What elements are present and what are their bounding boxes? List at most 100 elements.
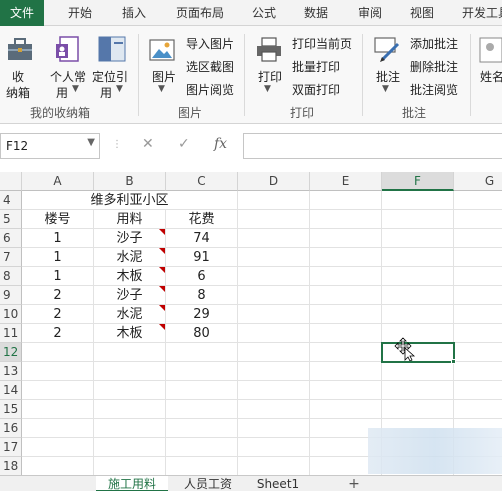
cell[interactable] [310, 381, 382, 400]
row-header-4[interactable]: 4 [0, 191, 22, 210]
cell[interactable] [94, 362, 166, 381]
row-header-12[interactable]: 12 [0, 343, 22, 362]
cell[interactable] [310, 248, 382, 267]
cell[interactable] [454, 381, 502, 400]
row-header-15[interactable]: 15 [0, 400, 22, 419]
cell[interactable] [22, 381, 94, 400]
cell[interactable] [238, 267, 310, 286]
cell[interactable] [166, 381, 238, 400]
table-header[interactable]: 花费 [166, 210, 238, 229]
fill-handle[interactable] [451, 359, 456, 364]
table-cell[interactable]: 2 [22, 324, 94, 343]
row-header-13[interactable]: 13 [0, 362, 22, 381]
cell[interactable] [22, 457, 94, 475]
cell[interactable] [382, 248, 454, 267]
table-cell[interactable]: 水泥 [94, 248, 166, 267]
tab-file[interactable]: 文件 [0, 0, 44, 26]
cell[interactable] [454, 286, 502, 305]
cell[interactable] [310, 267, 382, 286]
cell[interactable] [382, 400, 454, 419]
insert-function-icon[interactable]: fx [214, 136, 227, 152]
cell[interactable] [454, 324, 502, 343]
cell[interactable] [22, 419, 94, 438]
cell[interactable] [238, 457, 310, 475]
table-cell[interactable]: 2 [22, 286, 94, 305]
column-header-f[interactable]: F [382, 172, 454, 191]
table-cell[interactable]: 木板 [94, 267, 166, 286]
column-header-a[interactable]: A [22, 172, 94, 191]
column-header-d[interactable]: D [238, 172, 310, 191]
cell[interactable] [310, 400, 382, 419]
cell[interactable] [166, 419, 238, 438]
table-cell[interactable]: 水泥 [94, 305, 166, 324]
column-header-e[interactable]: E [310, 172, 382, 191]
cell[interactable] [382, 362, 454, 381]
cell[interactable] [454, 229, 502, 248]
cell[interactable] [310, 210, 382, 229]
cell[interactable] [238, 324, 310, 343]
cell[interactable] [454, 343, 502, 362]
cell[interactable] [238, 248, 310, 267]
cell[interactable] [382, 267, 454, 286]
row-header-10[interactable]: 10 [0, 305, 22, 324]
cell[interactable] [238, 210, 310, 229]
cell[interactable] [310, 286, 382, 305]
cell[interactable] [94, 381, 166, 400]
cell[interactable] [238, 381, 310, 400]
table-cell[interactable]: 8 [166, 286, 238, 305]
cell[interactable] [454, 210, 502, 229]
cell[interactable] [310, 191, 382, 210]
cell[interactable] [382, 191, 454, 210]
cell[interactable] [22, 362, 94, 381]
cell[interactable] [310, 324, 382, 343]
select-all-corner[interactable] [0, 172, 22, 191]
cell[interactable] [238, 400, 310, 419]
cell[interactable] [94, 457, 166, 475]
cell[interactable] [382, 305, 454, 324]
tab-developer[interactable]: 开发工具 [456, 0, 502, 26]
column-header-c[interactable]: C [166, 172, 238, 191]
cell[interactable] [166, 400, 238, 419]
cell[interactable] [166, 343, 238, 362]
row-header-16[interactable]: 16 [0, 419, 22, 438]
table-cell[interactable]: 1 [22, 229, 94, 248]
table-cell[interactable]: 74 [166, 229, 238, 248]
cell[interactable] [310, 229, 382, 248]
cell[interactable] [382, 286, 454, 305]
cell[interactable] [166, 438, 238, 457]
sheet-tab-salary[interactable]: 人员工资 [172, 476, 244, 491]
tab-data[interactable]: 数据 [296, 0, 336, 26]
cell[interactable] [310, 343, 382, 362]
tab-page-layout[interactable]: 页面布局 [168, 0, 232, 26]
tab-view[interactable]: 视图 [402, 0, 442, 26]
row-header-18[interactable]: 18 [0, 457, 22, 475]
cell[interactable] [238, 438, 310, 457]
table-cell[interactable]: 80 [166, 324, 238, 343]
cell[interactable] [454, 400, 502, 419]
cell[interactable] [94, 438, 166, 457]
table-cell[interactable]: 1 [22, 248, 94, 267]
cell[interactable] [454, 267, 502, 286]
cell[interactable] [166, 457, 238, 475]
table-cell[interactable]: 6 [166, 267, 238, 286]
cell[interactable] [94, 419, 166, 438]
row-header-17[interactable]: 17 [0, 438, 22, 457]
sheet-tab-sheet1[interactable]: Sheet1 [248, 476, 308, 491]
cell[interactable] [238, 191, 310, 210]
cell[interactable] [310, 362, 382, 381]
row-header-7[interactable]: 7 [0, 248, 22, 267]
cell[interactable] [454, 362, 502, 381]
cell[interactable] [238, 362, 310, 381]
table-header[interactable]: 楼号 [22, 210, 94, 229]
name-box[interactable]: F12 ▼ [0, 133, 100, 159]
table-cell[interactable]: 29 [166, 305, 238, 324]
table-cell[interactable]: 91 [166, 248, 238, 267]
cell[interactable] [310, 305, 382, 324]
cell[interactable] [94, 343, 166, 362]
cell[interactable] [454, 191, 502, 210]
confirm-icon[interactable]: ✓ [178, 136, 190, 152]
cell[interactable] [454, 248, 502, 267]
formula-input[interactable] [243, 133, 502, 159]
chevron-down-icon[interactable]: ▼ [87, 137, 95, 148]
cell[interactable] [382, 229, 454, 248]
